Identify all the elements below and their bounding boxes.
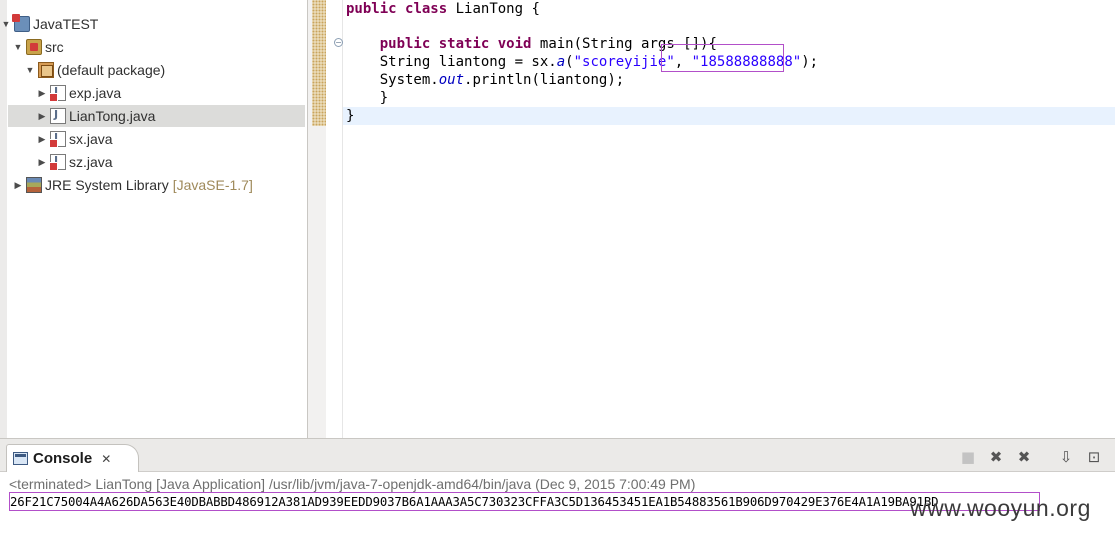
code-text: ); [801, 54, 819, 70]
string-literal: "scoreyijie" [573, 54, 675, 70]
current-line-highlight [343, 107, 1115, 125]
tree-item-jre-library[interactable]: ▶ JRE System Library [JavaSE-1.7] [0, 174, 305, 196]
tree-item-label: LianTong.java [69, 108, 156, 124]
tab-label: Console [33, 450, 93, 467]
code-text: ( [565, 54, 574, 70]
code-text: } [379, 90, 389, 106]
tree-item-project[interactable]: ▼ JavaTEST [0, 13, 305, 35]
method-name: a [556, 54, 566, 70]
remove-all-launches-icon[interactable]: ✖ [1016, 449, 1032, 465]
code-line-4: System.out.println(liantong); [346, 71, 624, 89]
tree-item-label: src [45, 39, 64, 55]
code-text: } [346, 108, 355, 124]
fold-collapse-icon[interactable]: − [334, 38, 343, 47]
expand-arrow-icon[interactable]: ▼ [24, 65, 36, 75]
static-field: out [438, 72, 465, 88]
code-line-5: } [346, 89, 388, 107]
keyword: public [346, 1, 397, 17]
terminate-icon[interactable]: ■ [960, 449, 976, 465]
console-tab-bar: Console ✕ ■ ✖ ✖ ⇩ ⊡ [0, 439, 1115, 472]
java-file-icon [50, 108, 66, 124]
remove-launch-icon[interactable]: ✖ [988, 449, 1004, 465]
java-file-error-icon [49, 154, 66, 171]
java-file-error-icon [49, 85, 66, 102]
editor-gutter: − [326, 0, 343, 438]
keyword: void [497, 36, 532, 52]
tree-item-default-package[interactable]: ▼ (default package) [0, 59, 305, 81]
pin-console-icon[interactable]: ⊡ [1086, 449, 1102, 465]
package-icon [38, 62, 54, 78]
tree-item-src[interactable]: ▼ src [0, 36, 305, 58]
collapse-arrow-icon[interactable]: ▶ [36, 134, 48, 145]
scroll-lock-icon[interactable]: ⇩ [1058, 449, 1074, 465]
collapse-arrow-icon[interactable]: ▶ [36, 88, 48, 99]
tree-item-sz-java[interactable]: ▶ sz.java [0, 151, 305, 173]
package-explorer: ▼ JavaTEST ▼ src ▼ (default package) ▶ e… [0, 0, 308, 438]
editor-annotation-ruler [312, 0, 326, 126]
tree-item-label: JRE System Library [45, 177, 169, 193]
code-text: LianTong { [447, 1, 540, 17]
collapse-arrow-icon[interactable]: ▶ [36, 157, 48, 168]
tree-item-label: exp.java [69, 85, 122, 101]
tree-item-label: (default package) [57, 62, 166, 78]
library-icon [26, 177, 42, 193]
watermark: www.wooyun.org [910, 495, 1091, 521]
java-project-icon [12, 14, 30, 32]
expand-arrow-icon[interactable]: ▼ [0, 19, 12, 29]
tree-item-label: JavaTEST [33, 16, 99, 32]
phone-number-highlight-box [661, 44, 784, 72]
tab-console[interactable]: Console ✕ [6, 444, 139, 472]
keyword: static [438, 36, 490, 52]
expand-arrow-icon[interactable]: ▼ [12, 42, 24, 52]
collapse-arrow-icon[interactable]: ▶ [12, 180, 24, 191]
code-text: String liantong = sx. [379, 54, 557, 70]
tree-item-sx-java[interactable]: ▶ sx.java [0, 128, 305, 150]
keyword: public [379, 36, 431, 52]
java-file-error-icon [49, 131, 66, 148]
close-icon[interactable]: ✕ [101, 452, 111, 466]
code-text: .println(liantong); [464, 72, 625, 88]
console-icon [13, 452, 28, 465]
source-folder-icon [26, 39, 42, 55]
library-version-decoration: [JavaSE-1.7] [172, 177, 253, 193]
tree-item-label: sz.java [69, 154, 113, 170]
keyword: class [405, 1, 448, 17]
output-highlight-box [9, 492, 1040, 511]
console-view: Console ✕ ■ ✖ ✖ ⇩ ⊡ <terminated> LianTon… [0, 438, 1115, 537]
collapse-arrow-icon[interactable]: ▶ [36, 111, 48, 122]
console-status-line: <terminated> LianTong [Java Application]… [9, 476, 696, 492]
tree-item-liantong-java[interactable]: ▶ LianTong.java [8, 105, 305, 127]
code-line-1: public class LianTong { [346, 0, 540, 18]
tree-item-exp-java[interactable]: ▶ exp.java [0, 82, 305, 104]
code-text: System. [379, 72, 439, 88]
tree-item-label: sx.java [69, 131, 113, 147]
code-line-6: } [346, 107, 354, 125]
